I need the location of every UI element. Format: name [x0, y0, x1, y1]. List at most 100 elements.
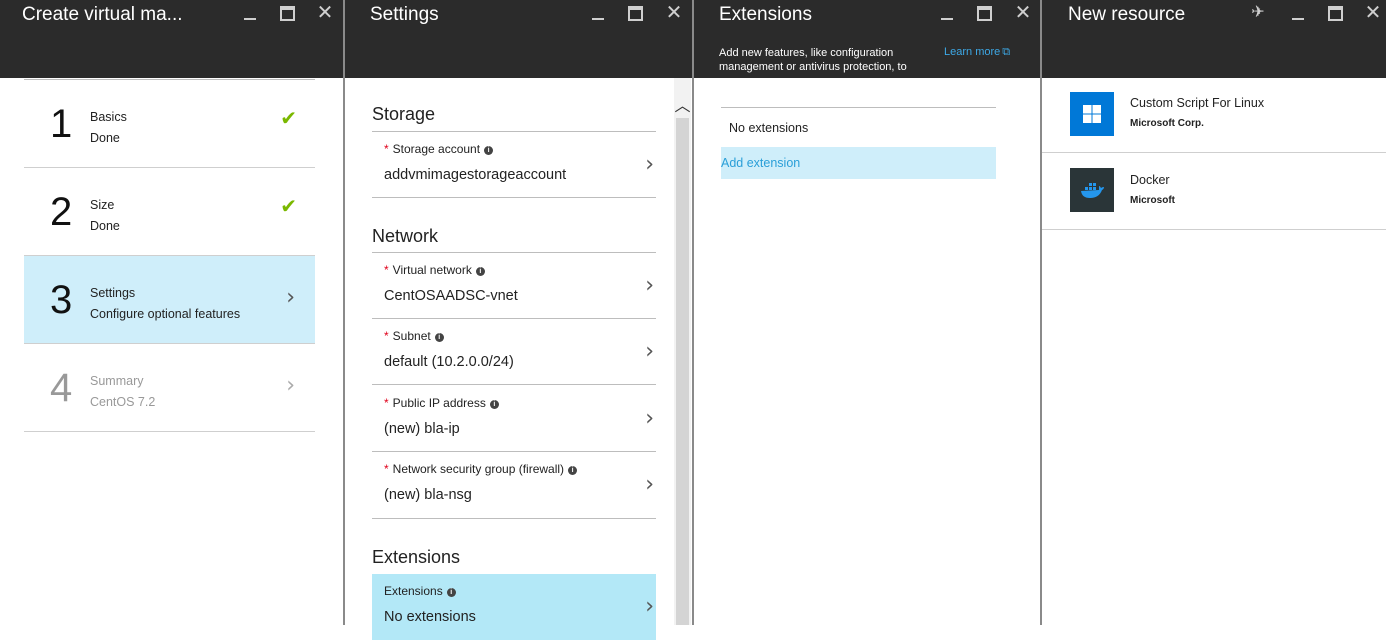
- minimize-icon[interactable]: [588, 0, 610, 26]
- pin-icon[interactable]: ✈: [1247, 0, 1269, 26]
- blade-header: New resource ✈ ✕: [1042, 0, 1386, 78]
- step-number: 2: [50, 190, 73, 234]
- chevron-right-icon: ›: [645, 594, 654, 619]
- step-number: 4: [50, 366, 73, 410]
- step-settings[interactable]: 3 Settings Configure optional features ›: [24, 256, 315, 344]
- field-value: (new) bla-ip: [384, 421, 460, 437]
- step-size[interactable]: 2 Size Done ✔: [24, 168, 315, 256]
- step-basics[interactable]: 1 Basics Done ✔: [24, 80, 315, 168]
- maximize-icon[interactable]: [973, 0, 995, 26]
- scrollbar-thumb[interactable]: [676, 118, 689, 625]
- add-extension-button[interactable]: Add extension: [721, 147, 996, 179]
- chevron-right-icon: ›: [645, 273, 654, 298]
- checkmark-icon: ✔: [280, 196, 297, 218]
- field-label: Virtual network: [392, 263, 472, 277]
- divider: [372, 384, 656, 385]
- info-icon[interactable]: i: [484, 146, 494, 155]
- blade-header: Settings ✕: [345, 0, 692, 78]
- step-number: 1: [50, 102, 73, 146]
- close-icon[interactable]: ✕: [1362, 0, 1384, 26]
- learn-more-label: Learn more: [944, 46, 1001, 58]
- minimize-icon[interactable]: [240, 0, 262, 26]
- info-icon[interactable]: i: [446, 588, 456, 597]
- step-status: Done: [90, 219, 120, 233]
- extensions-field[interactable]: Extensions i No extensions ›: [372, 574, 656, 640]
- checkmark-icon: ✔: [280, 108, 297, 130]
- required-asterisk: *: [384, 142, 389, 156]
- section-heading-extensions: Extensions: [372, 547, 461, 567]
- network-security-group-field[interactable]: * Network security group (firewall) i (new…: [372, 452, 656, 518]
- step-status: Done: [90, 131, 120, 145]
- divider: [721, 107, 996, 108]
- resource-item-docker[interactable]: Docker Microsoft: [1042, 153, 1386, 230]
- step-title: Basics: [90, 110, 127, 124]
- step-number: 3: [50, 278, 73, 322]
- extensions-description: Add new features, like configuration man…: [719, 47, 907, 73]
- field-value: No extensions: [384, 609, 476, 625]
- chevron-right-icon: ›: [645, 406, 654, 431]
- resource-item-custom-script[interactable]: Custom Script For Linux Microsoft Corp.: [1042, 76, 1386, 153]
- divider: [372, 518, 656, 519]
- maximize-icon[interactable]: [276, 0, 298, 26]
- field-label: Subnet: [392, 329, 431, 343]
- chevron-right-icon: ›: [645, 339, 654, 364]
- maximize-icon[interactable]: [624, 0, 646, 26]
- step-title: Size: [90, 198, 115, 212]
- required-asterisk: *: [384, 329, 389, 343]
- field-label: Network security group (firewall): [392, 462, 565, 476]
- chevron-right-icon: ›: [286, 285, 295, 310]
- blade-title: New resource: [1068, 4, 1186, 25]
- external-link-icon: ⧉: [1002, 46, 1011, 58]
- chevron-right-icon: ›: [645, 152, 654, 177]
- field-label: Public IP address: [392, 396, 486, 410]
- close-icon[interactable]: ✕: [663, 0, 685, 26]
- required-asterisk: *: [384, 396, 389, 410]
- add-extension-label: Add extension: [721, 156, 801, 170]
- section-heading-storage: Storage: [372, 104, 436, 124]
- windows-icon: [1070, 92, 1114, 136]
- virtual-network-field[interactable]: * Virtual network i CentOSAADSC-vnet ›: [372, 253, 656, 319]
- public-ip-field[interactable]: * Public IP address i (new) bla-ip ›: [372, 386, 656, 452]
- required-asterisk: *: [384, 462, 389, 476]
- minimize-icon[interactable]: [937, 0, 959, 26]
- storage-account-field[interactable]: * Storage account i addvmimagestorageaccou…: [372, 132, 656, 198]
- close-icon[interactable]: ✕: [1012, 0, 1034, 26]
- field-value: addvmimagestorageaccount: [384, 167, 567, 183]
- resource-publisher: Microsoft Corp.: [1130, 118, 1204, 129]
- step-title: Summary: [90, 374, 144, 388]
- minimize-icon[interactable]: [1288, 0, 1310, 26]
- maximize-icon[interactable]: [1324, 0, 1346, 26]
- learn-more-link[interactable]: Learn more ⧉: [944, 46, 1010, 59]
- resource-name: Docker: [1130, 173, 1170, 187]
- info-icon[interactable]: i: [489, 400, 499, 409]
- close-icon[interactable]: ✕: [314, 0, 336, 26]
- step-status: Configure optional features: [90, 307, 241, 321]
- blade-extensions: Extensions ✕: [694, 0, 1040, 625]
- divider: [372, 197, 656, 198]
- no-extensions-text: No extensions: [729, 121, 809, 135]
- field-label: Extensions: [384, 584, 443, 598]
- blade-create-vm: Create virtual ma... ✕ 1 Basics Done ✔ 2…: [0, 0, 343, 625]
- blade-header: Create virtual ma... ✕: [0, 0, 343, 78]
- step-summary: 4 Summary CentOS 7.2 ›: [24, 344, 315, 432]
- subnet-field[interactable]: * Subnet i default (10.2.0.0/24) ›: [372, 319, 656, 385]
- required-asterisk: *: [384, 263, 389, 277]
- docker-whale-icon: [1070, 168, 1114, 212]
- chevron-right-icon: ›: [645, 472, 654, 497]
- blade-title: Extensions: [719, 4, 812, 25]
- info-icon[interactable]: i: [475, 267, 485, 276]
- scroll-up-icon[interactable]: ︿: [674, 92, 691, 115]
- info-icon[interactable]: i: [434, 333, 444, 342]
- blade-title: Create virtual ma...: [22, 4, 183, 25]
- field-value: CentOSAADSC-vnet: [384, 288, 518, 304]
- resource-publisher: Microsoft: [1130, 195, 1175, 206]
- resource-name: Custom Script For Linux: [1130, 96, 1265, 110]
- step-status: CentOS 7.2: [90, 395, 156, 409]
- blade-title: Settings: [370, 4, 439, 25]
- field-label: Storage account: [392, 142, 481, 156]
- section-heading-network: Network: [372, 226, 439, 246]
- field-value: (new) bla-nsg: [384, 487, 472, 503]
- info-icon[interactable]: i: [568, 466, 578, 475]
- chevron-right-icon: ›: [286, 373, 295, 398]
- step-title: Settings: [90, 286, 136, 300]
